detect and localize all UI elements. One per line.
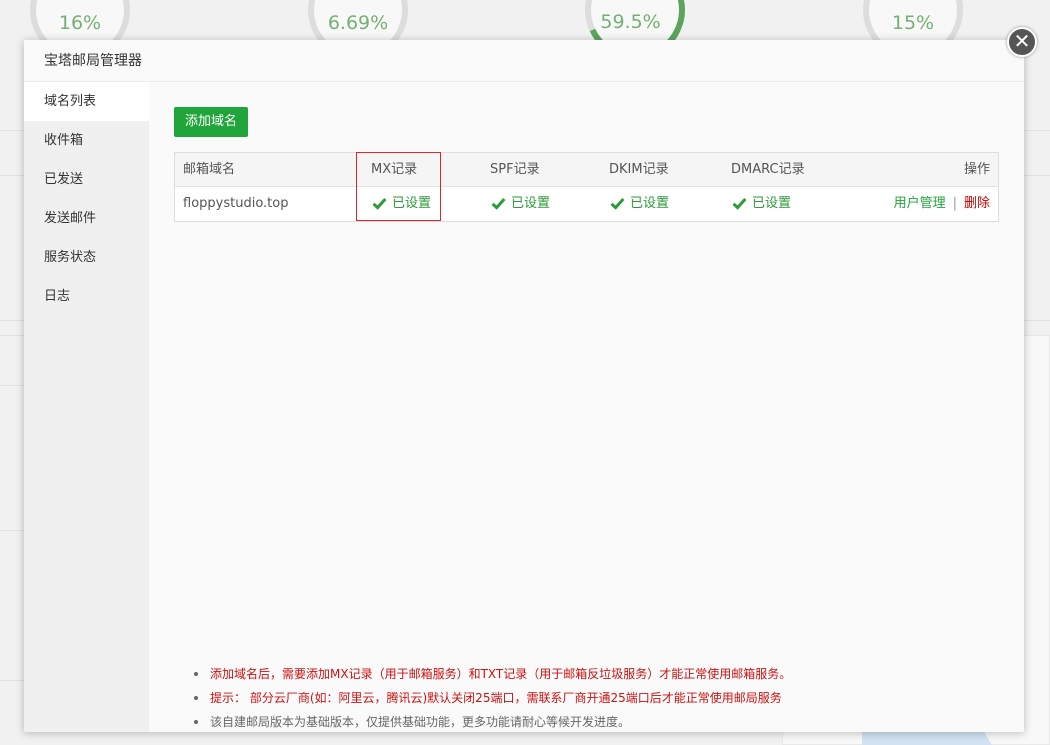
spf-status: 已设置 [490,187,550,221]
add-domain-button[interactable]: 添加域名 [174,107,249,137]
column-header-domain: 邮箱域名 [183,162,236,177]
sidebar-item-domain-list[interactable]: 域名列表 [24,82,149,121]
table-header: 邮箱域名 MX记录 SPF记录 DKIM记录 DMARC记录 操作 [175,153,998,187]
column-header-actions: 操作 [963,162,990,177]
check-icon [732,194,747,210]
mx-status: 已设置 [371,187,431,221]
tip-item: 提示： 部分云厂商(如：阿里云，腾讯云)默认关闭25端口，需联系厂商开通25端口… [194,686,791,710]
column-header-spf: SPF记录 [490,162,540,177]
sidebar-item-sent[interactable]: 已发送 [24,160,149,199]
dmarc-status: 已设置 [731,187,791,221]
tip-item: 该自建邮局版本为基础版本，仅提供基础功能，更多功能请耐心等候开发进度。 [194,710,791,734]
sidebar-item-compose[interactable]: 发送邮件 [24,199,149,238]
row-actions: 用户管理 | 删除 [894,187,990,221]
mail-manager-dialog: 宝塔邮局管理器 域名列表 收件箱 已发送 发送邮件 服务状态 日志 添加域名 邮… [24,40,1024,732]
sidebar-item-logs[interactable]: 日志 [24,277,149,316]
column-header-dkim: DKIM记录 [609,162,669,177]
tips-list: 添加域名后，需要添加MX记录（用于邮箱服务）和TXT记录（用于邮箱反垃圾服务）才… [194,662,791,734]
check-icon [491,194,506,210]
domain-table: 邮箱域名 MX记录 SPF记录 DKIM记录 DMARC记录 操作 floppy… [174,152,999,222]
action-separator: | [952,196,957,211]
dkim-status: 已设置 [609,187,669,221]
check-icon [610,194,625,210]
sidebar-item-inbox[interactable]: 收件箱 [24,121,149,160]
domain-list-panel: 添加域名 邮箱域名 MX记录 SPF记录 DKIM记录 DMARC记录 操作 f… [149,82,1024,732]
check-icon [372,194,387,210]
sidebar-item-service-status[interactable]: 服务状态 [24,238,149,277]
tip-item: 添加域名后，需要添加MX记录（用于邮箱服务）和TXT记录（用于邮箱反垃圾服务）才… [194,662,791,686]
dialog-title: 宝塔邮局管理器 [24,40,1024,82]
domain-name-cell: floppystudio.top [183,196,289,211]
delete-domain-link[interactable]: 删除 [964,196,990,211]
sidebar: 域名列表 收件箱 已发送 发送邮件 服务状态 日志 [24,82,149,732]
column-header-mx: MX记录 [371,162,418,177]
close-icon[interactable]: ✕ [1007,27,1037,57]
table-row: floppystudio.top 已设置 已设置 已设置 已设置 用户管理 | 删除 [175,187,998,221]
user-manage-link[interactable]: 用户管理 [894,196,946,211]
column-header-dmarc: DMARC记录 [731,162,805,177]
